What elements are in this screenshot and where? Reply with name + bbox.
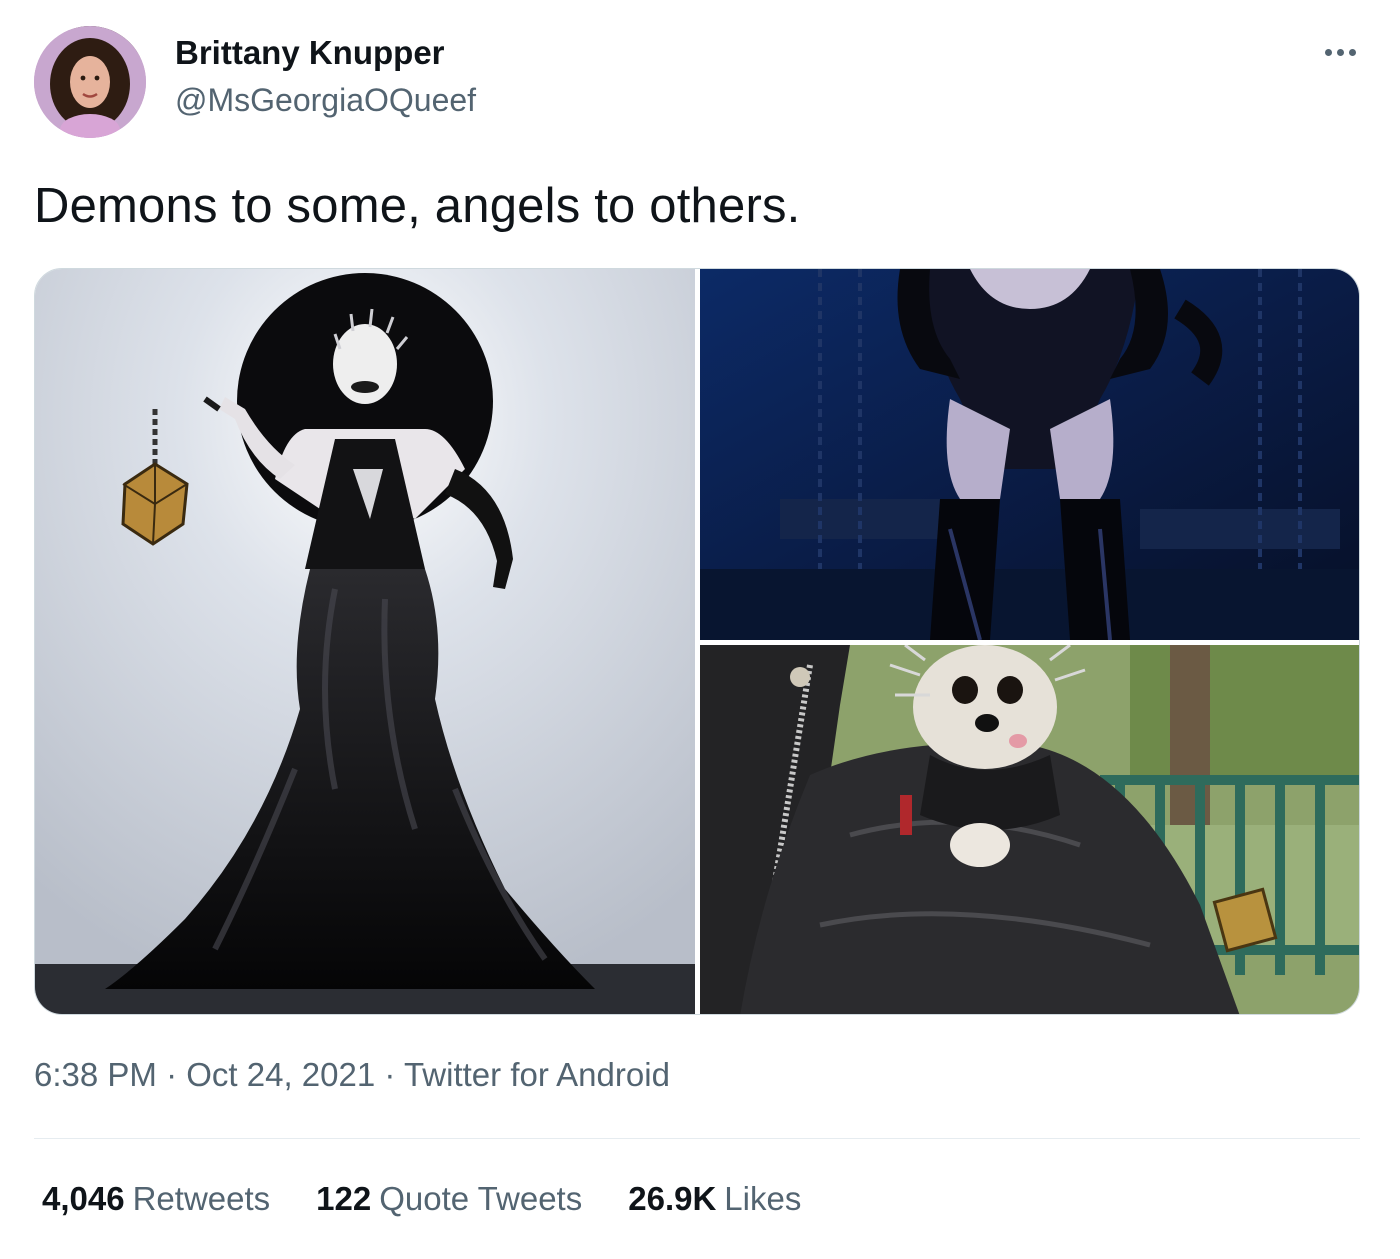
media-grid [34,268,1360,1015]
tweet-photo-1[interactable] [35,269,695,1014]
tweet-stats: 4,046 Retweets 122 Quote Tweets 26.9K Likes [42,1180,801,1218]
tweet: Brittany Knupper @MsGeorgiaOQueef Demons… [0,0,1400,1259]
divider [34,1138,1360,1139]
retweets-label: Retweets [132,1180,271,1217]
likes-label: Likes [724,1180,802,1217]
author-display-name[interactable]: Brittany Knupper [175,34,445,72]
tweet-photo-2[interactable] [700,269,1359,640]
meta-separator: · [166,1056,178,1093]
tweet-time-link[interactable]: 6:38 PM [34,1056,157,1093]
likes-count: 26.9K [628,1180,717,1217]
more-horizontal-icon-dot [1336,48,1344,56]
tweet-date-link[interactable]: Oct 24, 2021 [186,1056,375,1093]
more-horizontal-icon [1324,48,1332,56]
author-handle[interactable]: @MsGeorgiaOQueef [175,82,476,119]
tweet-source-link[interactable]: Twitter for Android [404,1056,670,1093]
tweet-meta: 6:38 PM · Oct 24, 2021 · Twitter for And… [34,1056,670,1094]
more-horizontal-icon-dot [1348,48,1356,56]
more-options-button[interactable] [1318,30,1362,74]
quote-tweets-count: 122 [316,1180,372,1217]
likes-stat[interactable]: 26.9K Likes [628,1180,801,1218]
retweets-stat[interactable]: 4,046 Retweets [42,1180,270,1218]
quote-tweets-label: Quote Tweets [379,1180,583,1217]
avatar[interactable] [34,26,146,138]
tweet-photo-3[interactable] [700,645,1359,1014]
tweet-text: Demons to some, angels to others. [34,179,801,233]
retweets-count: 4,046 [42,1180,125,1217]
quote-tweets-stat[interactable]: 122 Quote Tweets [316,1180,582,1218]
meta-separator: · [384,1056,396,1093]
